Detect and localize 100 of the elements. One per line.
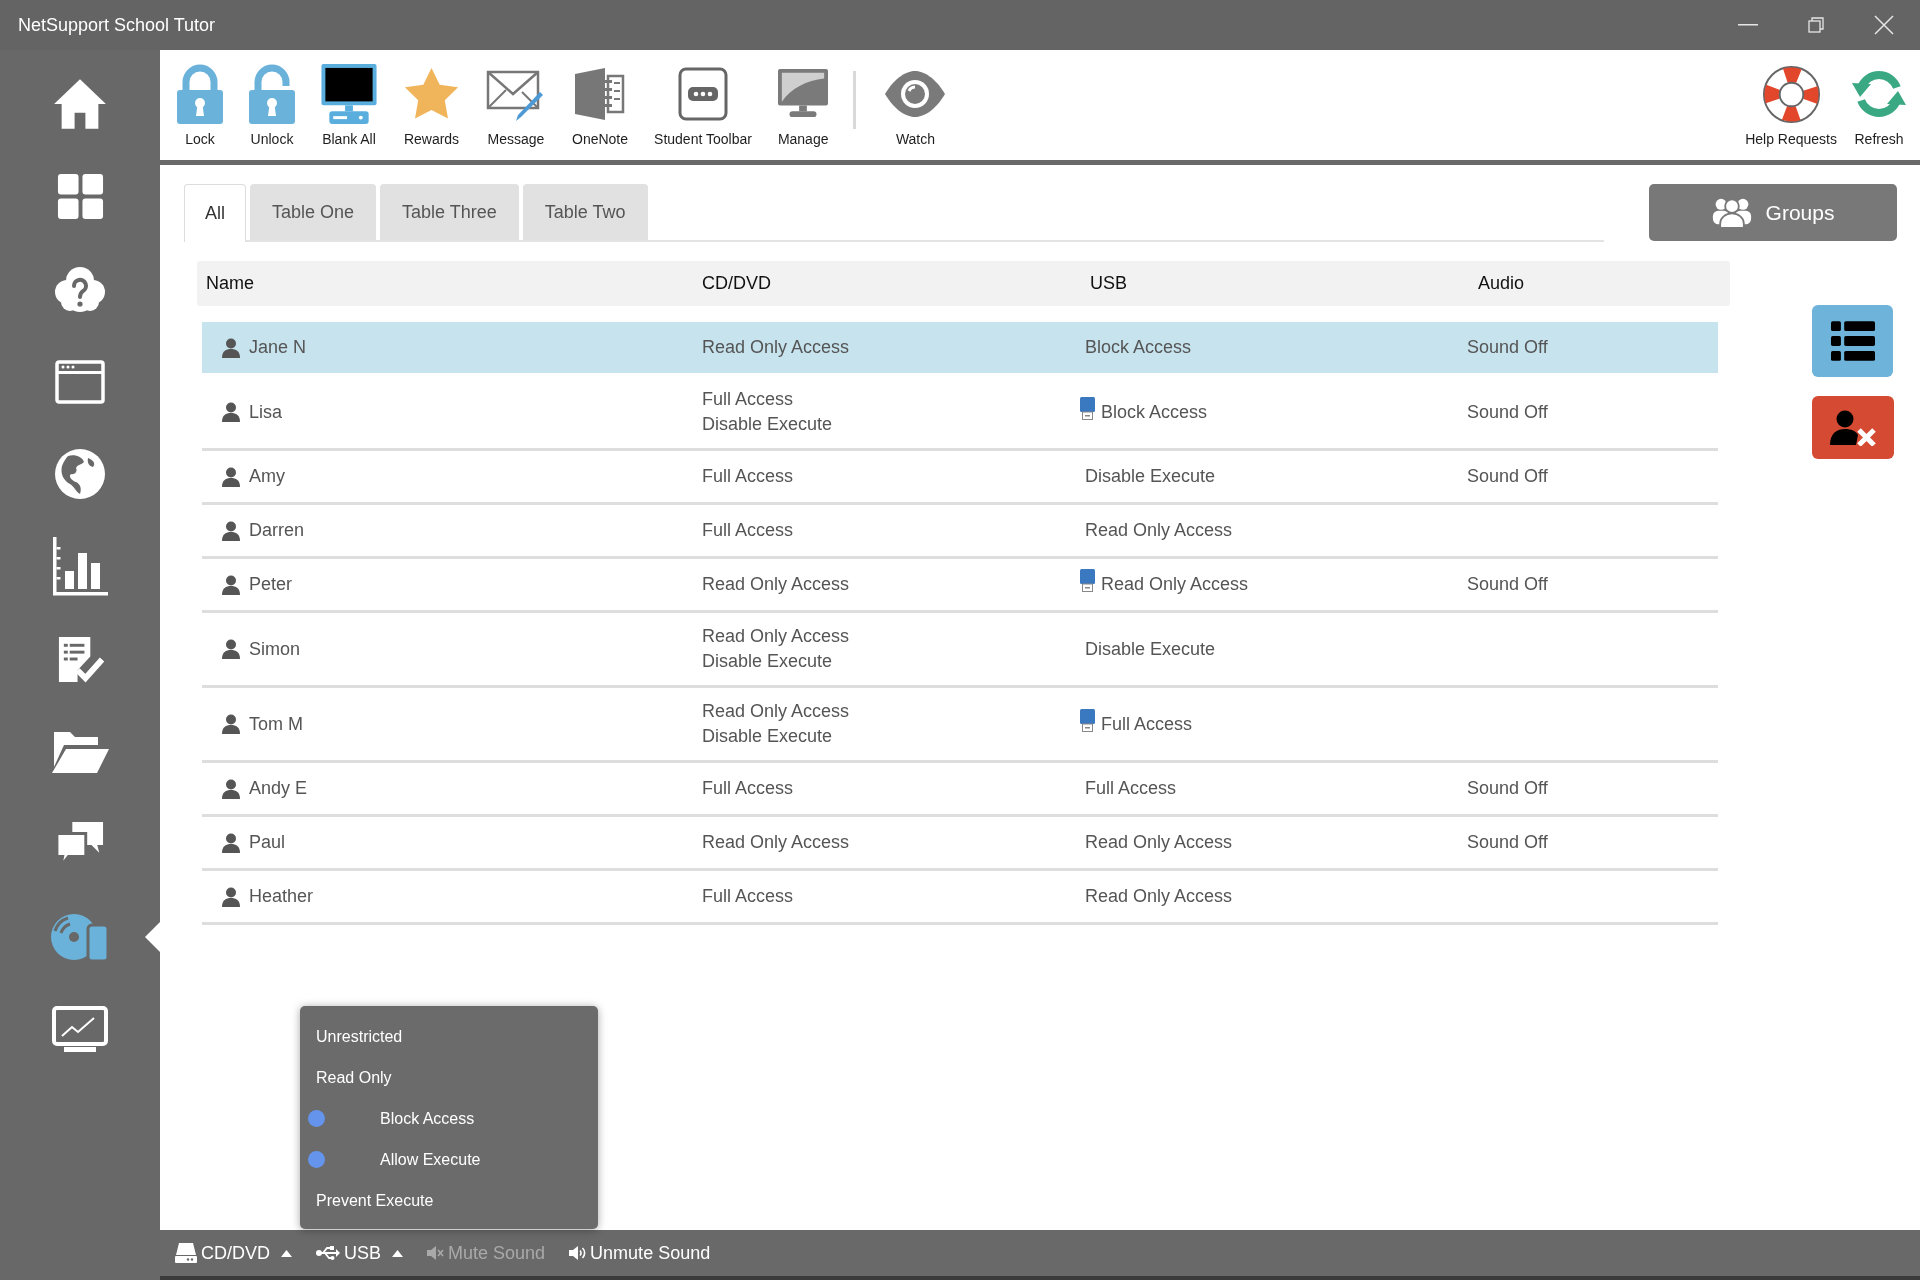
usb-icon	[316, 1246, 340, 1260]
cd-dvd-setting: Full Access	[702, 465, 794, 488]
cd-dvd-setting: Disable Execute	[702, 650, 833, 673]
cd-dvd-setting: Read Only Access	[702, 831, 850, 854]
caret-icon	[392, 1249, 404, 1257]
grid-icon[interactable]	[55, 172, 105, 222]
column-header: CD/DVD	[702, 272, 772, 295]
home-icon[interactable]	[53, 77, 107, 132]
table-row[interactable]: Amy Full Access Disable Execute Sound Off	[202, 451, 1718, 505]
table-row[interactable]: Jane N Read Only Access Block Access Sound Off	[202, 322, 1718, 376]
audio-setting: Sound Off	[1467, 574, 1548, 594]
person-icon	[222, 466, 240, 487]
toolbar-button[interactable]: Watch	[870, 63, 961, 148]
cd-dvd-setting: Read Only Access	[702, 700, 850, 723]
usb-setting: Read Only Access	[1085, 885, 1233, 908]
toolbar-button[interactable]: Unlock	[236, 63, 308, 148]
monitor-icon	[778, 69, 829, 119]
window-title: NetSupport School Tutor	[18, 13, 216, 37]
menu-item[interactable]: Block Access	[300, 1098, 598, 1139]
monitor-icon	[321, 63, 377, 125]
toolbar-button[interactable]: Unmute Sound	[569, 1239, 711, 1267]
usb-setting: Read Only Access	[1101, 573, 1249, 596]
list-icon	[1830, 321, 1875, 361]
toolbar-button[interactable]: Blank All	[308, 63, 390, 148]
drive-icon	[175, 1243, 197, 1263]
student-name: Peter	[249, 573, 293, 596]
student-name: Lisa	[249, 400, 283, 424]
person-icon	[222, 714, 240, 734]
toolbar-button[interactable]: OneNote	[559, 63, 642, 148]
cloud-question-icon[interactable]	[53, 265, 107, 314]
dots-box-icon	[677, 66, 728, 122]
remove-user-button[interactable]	[1812, 396, 1894, 459]
toolbar-button[interactable]: Rewards	[390, 63, 473, 148]
student-name: Jane N	[249, 336, 307, 359]
tab[interactable]: All	[184, 184, 246, 242]
toolbar-button[interactable]: Help Requests	[1738, 63, 1844, 148]
cd-dvd-setting: Full Access	[702, 388, 794, 411]
menu-item[interactable]: Prevent Execute	[300, 1180, 598, 1221]
student-name: Paul	[249, 831, 286, 854]
audio-setting: Sound Off	[1467, 832, 1548, 852]
cd-dvd-setting: Read Only Access	[702, 625, 850, 648]
person-icon	[222, 402, 240, 422]
audio-setting: Sound Off	[1467, 778, 1548, 798]
globe-icon[interactable]	[54, 448, 106, 501]
cd-dvd-setting: Disable Execute	[702, 413, 833, 436]
student-name: Andy E	[249, 777, 308, 800]
usb-setting: Disable Execute	[1085, 637, 1216, 661]
cd-dvd-setting: Full Access	[702, 519, 794, 542]
usb-setting: Read Only Access	[1085, 831, 1233, 854]
eye-icon	[883, 69, 948, 119]
person-icon	[222, 574, 240, 595]
table-row[interactable]: Lisa Full Access Disable Execute Block Access Sound Off	[202, 376, 1718, 451]
padlock-icon	[177, 64, 223, 124]
student-name: Heather	[249, 885, 314, 908]
table-row[interactable]: Darren Full Access Read Only Access	[202, 505, 1718, 559]
table-row[interactable]: Simon Read Only Access Disable Execute Disable Execute	[202, 613, 1718, 688]
tab[interactable]: Table Two	[522, 184, 648, 240]
toolbar-button[interactable]: Message	[473, 63, 559, 148]
table-row[interactable]: Heather Full Access Read Only Access	[202, 871, 1718, 925]
open-padlock-icon	[249, 64, 295, 124]
usb-setting: Read Only Access	[1085, 519, 1233, 542]
person-icon	[222, 520, 240, 541]
muted-speaker-icon	[427, 1245, 445, 1261]
notebook-icon	[575, 68, 625, 120]
caret-icon	[281, 1249, 292, 1257]
list-view-button[interactable]	[1812, 305, 1893, 377]
person-icon	[222, 778, 240, 799]
window-icon[interactable]	[55, 359, 105, 404]
cd-dvd-setting: Read Only Access	[702, 573, 850, 596]
audio-setting: Sound Off	[1467, 466, 1548, 486]
toolbar-button[interactable]: Lock	[164, 63, 236, 148]
bar-chart-icon[interactable]	[52, 536, 108, 597]
toolbar-button[interactable]: USB	[316, 1239, 404, 1267]
table-row[interactable]: Paul Read Only Access Read Only Access Sound Off	[202, 817, 1718, 871]
usb-setting: Block Access	[1101, 400, 1208, 424]
usb-setting: Block Access	[1085, 336, 1192, 359]
tab[interactable]: Table Three	[380, 184, 519, 240]
toolbar-button[interactable]: CD/DVD	[175, 1239, 292, 1267]
toolbar-button[interactable]: Refresh	[1844, 63, 1914, 148]
table-row[interactable]: Peter Read Only Access Read Only Access Sound Off	[202, 559, 1718, 613]
menu-item[interactable]: Allow Execute	[300, 1139, 598, 1180]
student-name: Simon	[249, 637, 301, 661]
person-icon	[222, 832, 240, 853]
cd-dvd-setting: Read Only Access	[702, 336, 850, 359]
menu-item[interactable]: Read Only	[300, 1057, 598, 1098]
person-icon	[222, 639, 240, 659]
usb-setting: Disable Execute	[1085, 465, 1216, 488]
monitor-chart-icon[interactable]	[52, 1006, 108, 1053]
menu-item[interactable]: Unrestricted	[300, 1016, 598, 1057]
student-name: Darren	[249, 519, 305, 542]
table-row[interactable]: Andy E Full Access Full Access Sound Off	[202, 763, 1718, 817]
toolbar-button[interactable]: Student Toolbar	[641, 63, 765, 148]
student-name: Amy	[249, 465, 285, 488]
tab[interactable]: Table One	[250, 184, 377, 240]
table-row[interactable]: Tom M Read Only Access Disable Execute Full Access	[202, 688, 1718, 763]
student-name: Tom M	[249, 712, 303, 736]
toolbar-button[interactable]: Manage	[764, 63, 842, 148]
restore-icon[interactable]	[1808, 17, 1824, 33]
close-icon[interactable]	[1874, 15, 1894, 35]
groups-button[interactable]: Groups	[1649, 184, 1897, 241]
